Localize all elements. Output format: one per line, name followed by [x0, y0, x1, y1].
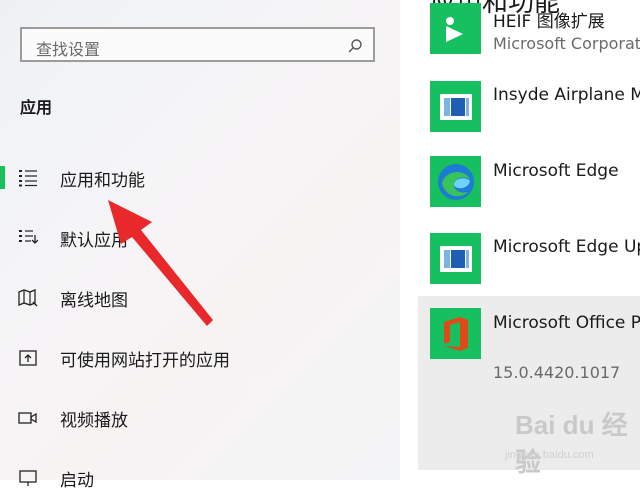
- search-icon[interactable]: [347, 38, 363, 54]
- app-name: Microsoft Edge Update: [493, 237, 640, 257]
- app-name: Microsoft Office Professional: [493, 313, 640, 333]
- video-playback-icon: [18, 412, 37, 424]
- nav-item-apps-features[interactable]: 应用和功能: [0, 157, 400, 197]
- heif-app-icon: [430, 3, 481, 54]
- pane-divider: [400, 0, 418, 480]
- selection-indicator: [0, 166, 5, 189]
- default-apps-icon: [19, 230, 38, 244]
- nav-item-label: 可使用网站打开的应用: [60, 351, 230, 371]
- nav-item-apps-for-websites[interactable]: 可使用网站打开的应用: [0, 337, 400, 377]
- insyde-app-icon: [430, 81, 481, 132]
- apps-for-websites-icon: [19, 350, 37, 366]
- app-row-office[interactable]: Microsoft Office Professional 15.0.4420.…: [418, 296, 640, 470]
- nav-item-label: 视频播放: [60, 411, 128, 431]
- app-name: HEIF 图像扩展: [493, 12, 605, 32]
- nav-item-label: 默认应用: [60, 231, 128, 251]
- nav-item-label: 离线地图: [60, 291, 128, 311]
- edge-update-app-icon: [430, 233, 481, 284]
- app-version: 15.0.4420.1017: [493, 363, 621, 382]
- nav-item-video-playback[interactable]: 视频播放: [0, 397, 400, 437]
- nav-item-startup[interactable]: 启动: [0, 457, 400, 497]
- section-title: 应用: [20, 98, 53, 117]
- search-input[interactable]: 查找设置: [20, 27, 375, 62]
- startup-icon: [19, 470, 37, 486]
- nav-item-label: 启动: [60, 471, 94, 491]
- nav-item-label: 应用和功能: [60, 171, 145, 191]
- search-placeholder: 查找设置: [36, 40, 101, 59]
- app-name: Insyde Airplane Mode: [493, 85, 640, 105]
- nav-item-default-apps[interactable]: 默认应用: [0, 217, 400, 257]
- app-row-edge[interactable]: Microsoft Edge: [418, 148, 640, 224]
- office-app-icon: [430, 308, 481, 359]
- app-publisher: Microsoft Corporation: [493, 34, 640, 53]
- apps-features-icon: [19, 170, 37, 187]
- settings-nav-pane: 查找设置 应用 应用和功能 默认应用 离线地图 可使用网站打开的应用 视频播放 …: [0, 0, 400, 491]
- app-name: Microsoft Edge: [493, 161, 619, 181]
- nav-item-offline-maps[interactable]: 离线地图: [0, 277, 400, 317]
- app-row-edge-update[interactable]: Microsoft Edge Update: [418, 224, 640, 296]
- app-row-insyde[interactable]: Insyde Airplane Mode: [418, 72, 640, 148]
- offline-maps-icon: [18, 289, 38, 307]
- apps-list-pane: 应用和功能 HEIF 图像扩展 Microsoft Corporation In…: [418, 0, 640, 480]
- app-row-heif[interactable]: HEIF 图像扩展 Microsoft Corporation: [418, 0, 640, 72]
- edge-app-icon: [430, 156, 481, 207]
